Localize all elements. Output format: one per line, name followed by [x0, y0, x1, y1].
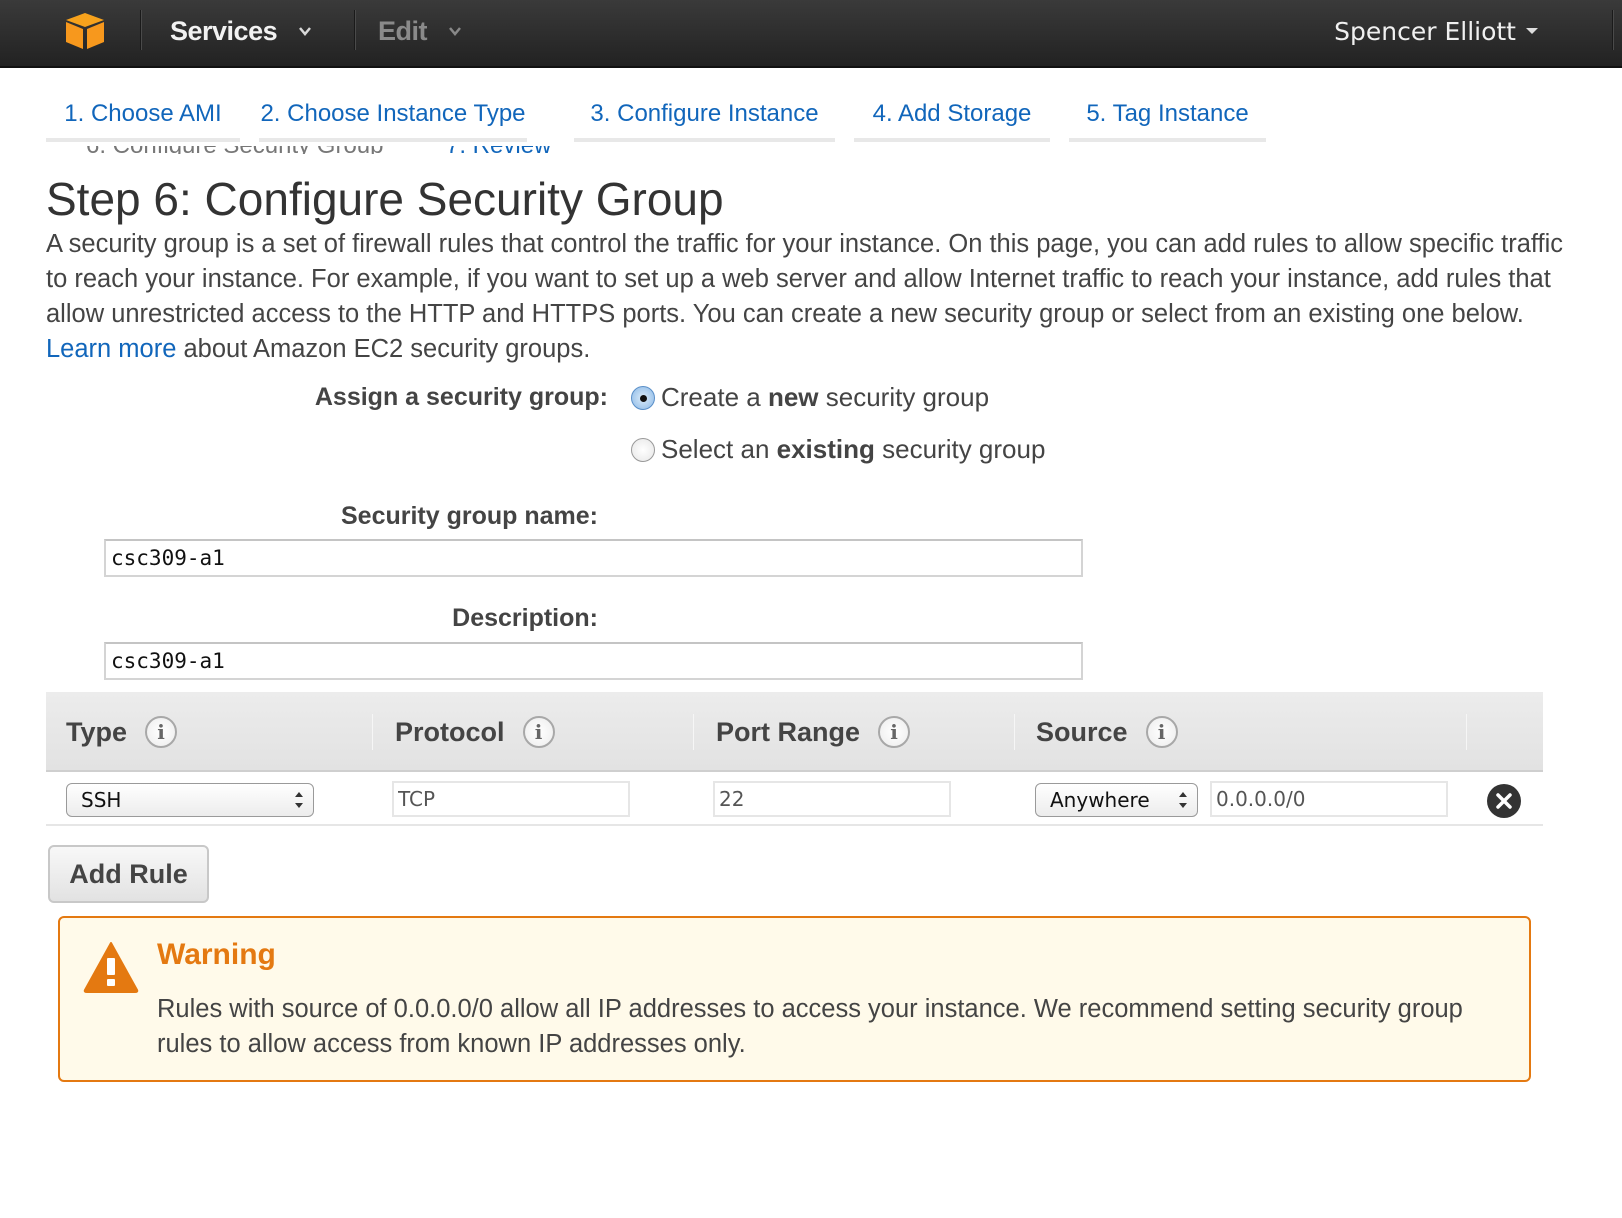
radio-button-checked[interactable]	[631, 385, 655, 410]
page-title: Step 6: Configure Security Group	[46, 173, 724, 225]
column-divider	[1466, 714, 1467, 750]
info-icon[interactable]: i	[145, 716, 178, 748]
intro-suffix: about Amazon EC2 security groups.	[183, 335, 591, 363]
edit-label: Edit	[378, 15, 428, 46]
warning-message: Rules with source of 0.0.0.0/0 allow all…	[157, 995, 1463, 1058]
column-header-type: Type i	[66, 692, 178, 772]
select-arrows-icon	[1179, 792, 1187, 808]
rule-type-select[interactable]: SSH	[66, 783, 314, 817]
nav-divider	[140, 10, 142, 50]
security-group-name-input[interactable]	[104, 539, 1083, 577]
column-divider	[693, 714, 694, 750]
description-label: Description:	[452, 604, 598, 632]
remove-rule-button[interactable]	[1487, 784, 1521, 818]
wizard-step-review[interactable]: 7. Review	[446, 146, 551, 154]
wizard-step-choose-ami[interactable]: 1. Choose AMI	[46, 96, 240, 142]
info-icon[interactable]: i	[522, 716, 555, 748]
table-row: SSH Anywhere	[46, 772, 1543, 826]
nav-divider	[1612, 10, 1614, 50]
intro-text: A security group is a set of firewall ru…	[46, 230, 1564, 328]
chevron-down-icon	[299, 27, 312, 36]
learn-more-link[interactable]: Learn more	[46, 335, 176, 363]
top-navigation-bar: Services Edit Spencer Elliott	[0, 0, 1622, 68]
rule-protocol-input[interactable]	[392, 781, 630, 817]
wizard-step-add-storage[interactable]: 4. Add Storage	[854, 96, 1050, 142]
column-header-source: Source i	[1036, 692, 1178, 772]
wizard-step-configure-instance[interactable]: 3. Configure Instance	[574, 96, 835, 142]
caret-down-icon	[1526, 28, 1538, 34]
wizard-step-configure-security-group[interactable]: 6. Configure Security Group	[86, 146, 383, 154]
radio-button-unchecked[interactable]	[631, 437, 655, 462]
edit-menu[interactable]: Edit	[378, 14, 461, 48]
rule-source-select[interactable]: Anywhere	[1035, 783, 1198, 817]
radio-create-new-security-group[interactable]: Create a new security group	[631, 382, 989, 413]
radio-label: Create a new security group	[661, 382, 990, 412]
nav-divider	[354, 10, 356, 50]
rule-port-range-input[interactable]	[713, 781, 951, 817]
column-divider	[1014, 714, 1015, 750]
services-menu[interactable]: Services	[170, 14, 312, 48]
column-divider	[372, 714, 373, 750]
chevron-down-icon	[449, 27, 461, 36]
info-icon[interactable]: i	[1145, 716, 1178, 748]
radio-label: Select an existing security group	[661, 434, 1046, 464]
add-rule-button[interactable]: Add Rule	[48, 845, 209, 903]
wizard-step-choose-instance-type[interactable]: 2. Choose Instance Type	[259, 96, 527, 142]
description-input[interactable]	[104, 642, 1083, 680]
warning-alert: Warning Rules with source of 0.0.0.0/0 a…	[58, 916, 1531, 1082]
wizard-step-tag-instance[interactable]: 5. Tag Instance	[1069, 96, 1266, 142]
security-group-name-label: Security group name:	[341, 502, 598, 530]
select-arrows-icon	[295, 792, 303, 808]
rule-source-cidr-input[interactable]	[1210, 781, 1448, 817]
radio-select-existing-security-group[interactable]: Select an existing security group	[631, 434, 1045, 465]
wizard-steps-overflow: 6. Configure Security Group 7. Review	[46, 146, 606, 154]
user-name: Spencer Elliott	[1334, 16, 1516, 46]
services-label: Services	[170, 15, 278, 46]
info-icon[interactable]: i	[878, 716, 911, 748]
warning-triangle-icon	[83, 942, 139, 993]
close-icon	[1496, 793, 1512, 809]
user-menu[interactable]: Spencer Elliott	[1334, 14, 1538, 48]
assign-security-group-label: Assign a security group:	[314, 383, 608, 411]
column-header-port-range: Port Range i	[716, 692, 911, 772]
column-header-protocol: Protocol i	[395, 692, 555, 772]
warning-title: Warning	[157, 938, 276, 971]
intro-paragraph: A security group is a set of firewall ru…	[46, 227, 1566, 367]
aws-cube-icon[interactable]	[64, 11, 106, 51]
rules-table-header: Type i Protocol i Port Range i Source i	[46, 692, 1543, 772]
